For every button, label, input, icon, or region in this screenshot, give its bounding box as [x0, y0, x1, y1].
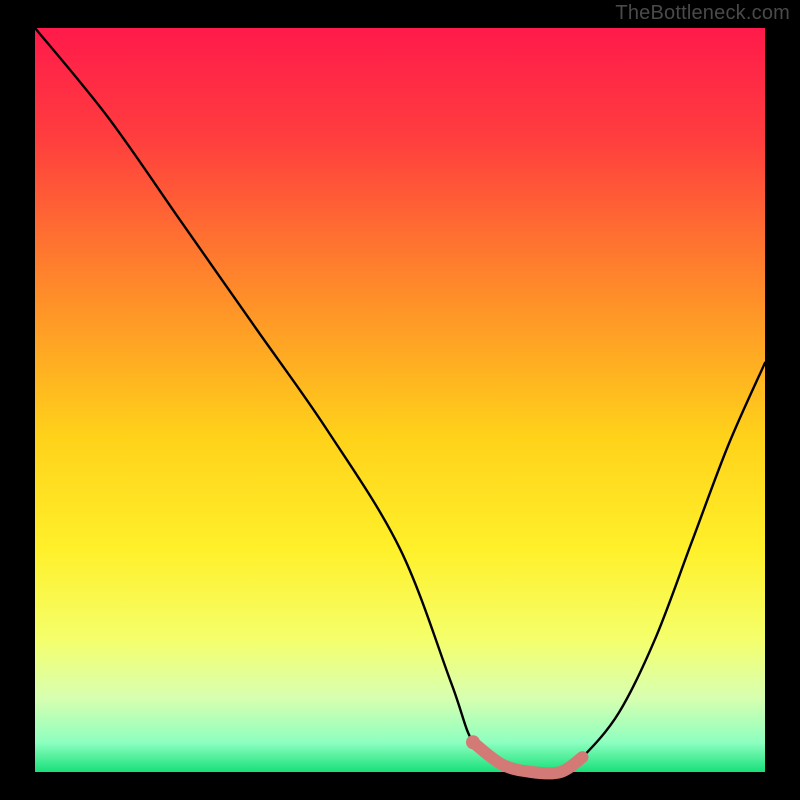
watermark-text: TheBottleneck.com: [615, 2, 790, 25]
bottleneck-curve: [35, 28, 765, 773]
plot-area: [35, 28, 765, 772]
curve-layer: [35, 28, 765, 772]
optimal-range-highlight: [473, 742, 583, 773]
chart-frame: TheBottleneck.com: [0, 0, 800, 800]
marker-dot: [466, 735, 480, 749]
